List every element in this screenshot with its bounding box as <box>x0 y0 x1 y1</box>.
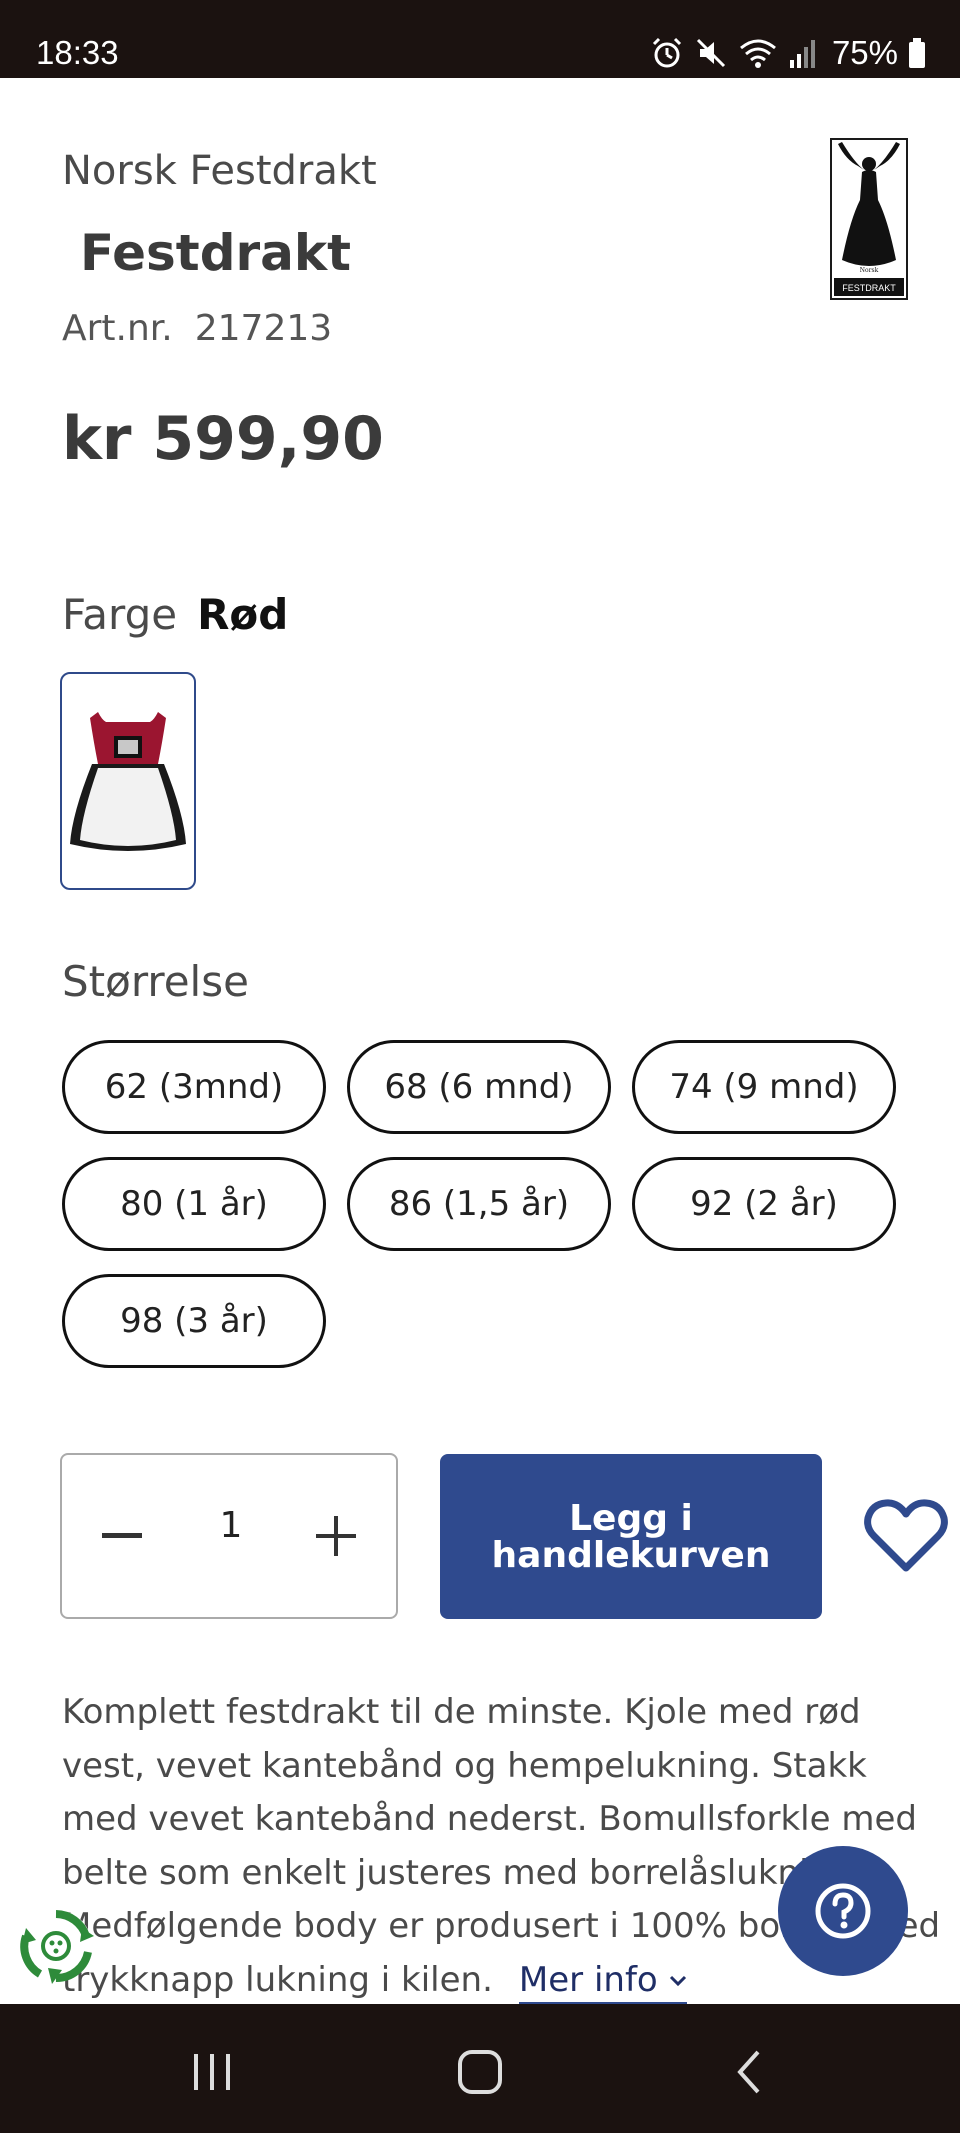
home-button[interactable] <box>450 2042 510 2102</box>
status-icons: 75% <box>650 34 926 72</box>
brand-name: Norsk Festdrakt <box>62 148 377 194</box>
wishlist-button[interactable] <box>864 1498 948 1574</box>
more-info-label: Mer info <box>518 1959 658 2000</box>
help-button[interactable] <box>778 1846 908 1976</box>
heart-icon <box>864 1499 948 1572</box>
artnr-label: Art.nr. <box>62 308 173 349</box>
more-info-link[interactable]: Mer info <box>518 1959 687 2005</box>
home-icon <box>458 2050 502 2094</box>
size-option-80[interactable]: 80 (1 år) <box>62 1157 326 1251</box>
question-icon <box>815 1883 871 1939</box>
battery-icon <box>909 38 925 68</box>
quantity-stepper: 1 <box>60 1453 398 1619</box>
size-option-92[interactable]: 92 (2 år) <box>632 1157 896 1251</box>
size-option-68[interactable]: 68 (6 mnd) <box>347 1040 611 1134</box>
size-option-86[interactable]: 86 (1,5 år) <box>347 1157 611 1251</box>
status-bar: 18:33 75% <box>0 0 960 78</box>
mute-icon <box>696 38 725 68</box>
wifi-icon <box>739 39 776 68</box>
battery-percent: 75% <box>831 34 898 71</box>
size-option-74[interactable]: 74 (9 mnd) <box>632 1040 896 1134</box>
signal-icon <box>789 40 815 68</box>
add-to-cart-button[interactable]: Legg i handlekurven <box>440 1454 822 1619</box>
recent-apps-button[interactable] <box>182 2042 242 2102</box>
svg-text:FESTDRAKT: FESTDRAKT <box>842 283 896 293</box>
size-label: Størrelse <box>62 957 249 1006</box>
quantity-increase-button[interactable] <box>306 1503 366 1569</box>
quantity-decrease-button[interactable] <box>92 1503 152 1569</box>
size-option-62[interactable]: 62 (3mnd) <box>62 1040 326 1134</box>
color-swatch-rod[interactable] <box>60 672 196 890</box>
minus-icon <box>102 1533 142 1538</box>
svg-text:Norsk: Norsk <box>860 267 879 274</box>
back-icon <box>737 2050 760 2094</box>
recycle-badge-button[interactable] <box>16 1906 96 1986</box>
chevron-down-icon <box>669 1975 686 1987</box>
artnr-value: 217213 <box>194 308 333 349</box>
plus-icon <box>316 1516 356 1556</box>
back-button[interactable] <box>720 2042 780 2102</box>
product-title: Festdrakt <box>80 224 352 282</box>
color-selected-value: Rød <box>197 590 289 639</box>
brand-logo: Norsk FESTDRAKT <box>830 138 908 300</box>
alarm-icon <box>652 37 681 68</box>
system-navigation-bar <box>0 2004 960 2133</box>
color-selector-label: Farge Rød <box>62 590 288 639</box>
recycle-icon <box>20 1910 94 1984</box>
product-price: kr 599,90 <box>62 404 384 474</box>
article-number: Art.nr. 217213 <box>62 308 332 349</box>
status-time: 18:33 <box>36 34 119 71</box>
color-label: Farge <box>62 590 178 639</box>
size-option-98[interactable]: 98 (3 år) <box>62 1274 326 1368</box>
recent-apps-icon <box>194 2054 230 2090</box>
quantity-value[interactable]: 1 <box>192 1505 270 1546</box>
